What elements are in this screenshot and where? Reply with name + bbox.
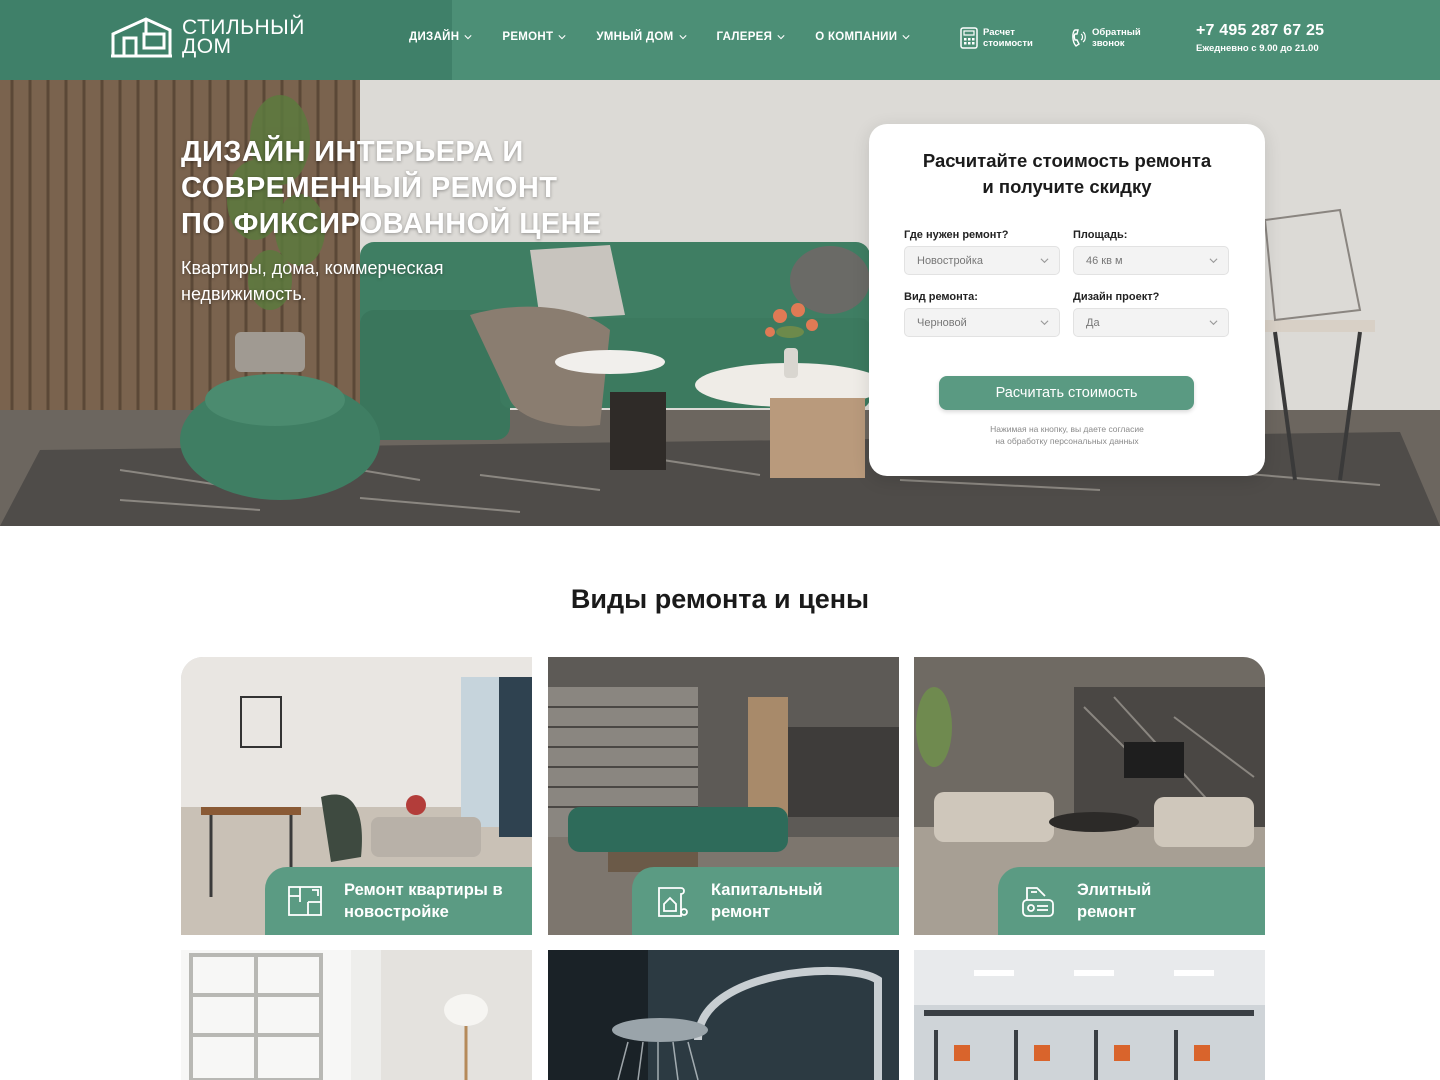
card-label: Капитальный ремонт — [632, 867, 899, 935]
premium-icon — [1022, 887, 1054, 917]
field-label: Дизайн проект? — [1073, 291, 1160, 303]
chevron-down-icon — [558, 35, 566, 40]
service-card-new-building[interactable]: Ремонт квартиры в новостройке — [181, 657, 532, 935]
blueprint-icon — [288, 886, 322, 916]
cost-calculator-form: Расчитайте стоимость ремонта и получите … — [869, 124, 1265, 476]
site-header: СТИЛЬНЫЙ ДОМ ДИЗАЙН РЕМОНТ УМНЫЙ ДОМ ГАЛ… — [0, 0, 1440, 80]
location-field: Где нужен ремонт? Новостройка — [904, 229, 1060, 275]
nav-item-label: ГАЛЕРЕЯ — [716, 31, 773, 43]
card-title-line-1: Ремонт квартиры в — [344, 881, 503, 899]
card-title-line-2: ремонт — [711, 903, 771, 921]
calculate-cost-button[interactable]: Расчитать стоимость — [939, 376, 1194, 410]
nav-item-about[interactable]: О КОМПАНИИ — [815, 31, 910, 43]
nav-item-label: УМНЫЙ ДОМ — [596, 31, 674, 43]
brand-line-2: ДОМ — [182, 35, 232, 58]
field-label: Вид ремонта: — [904, 291, 978, 303]
hero-section: ДИЗАЙН ИНТЕРЬЕРА И СОВРЕМЕННЫЙ РЕМОНТ ПО… — [0, 80, 1440, 526]
chevron-down-icon — [1040, 320, 1049, 326]
service-card-elite[interactable]: Элитный ремонт — [914, 657, 1265, 935]
service-card-row2-1[interactable] — [181, 950, 532, 1080]
design-project-field: Дизайн проект? Да — [1073, 291, 1229, 337]
card-photo — [181, 950, 532, 1080]
renovation-type-select[interactable]: Черновой — [904, 308, 1060, 337]
hero-subtitle: Квартиры, дома, коммерческая недвижимост… — [181, 258, 444, 304]
hero-title: ДИЗАЙН ИНТЕРЬЕРА И СОВРЕМЕННЫЙ РЕМОНТ ПО… — [181, 134, 651, 242]
select-value: 46 кв м — [1086, 254, 1123, 267]
select-value: Да — [1086, 316, 1100, 329]
service-card-row2-3[interactable] — [914, 950, 1265, 1080]
header-callback-link[interactable]: Обратный звонок — [1071, 27, 1141, 49]
design-project-select[interactable]: Да — [1073, 308, 1229, 337]
nav-item-label: ДИЗАЙН — [409, 31, 460, 43]
hero-title-line: ПО ФИКСИРОВАННОЙ ЦЕНЕ — [181, 208, 602, 240]
calc-link-line-2: стоимости — [983, 38, 1033, 49]
area-select[interactable]: 46 кв м — [1073, 246, 1229, 275]
service-card-capital[interactable]: Капитальный ремонт — [548, 657, 899, 935]
chevron-down-icon — [1209, 320, 1218, 326]
card-title-line-2: ремонт — [1077, 903, 1137, 921]
card-title-line-1: Элитный — [1077, 881, 1152, 899]
location-select[interactable]: Новостройка — [904, 246, 1060, 275]
card-photo — [914, 950, 1265, 1080]
area-field: Площадь: 46 кв м — [1073, 229, 1229, 275]
chevron-down-icon — [1209, 258, 1218, 264]
main-nav: ДИЗАЙН РЕМОНТ УМНЫЙ ДОМ ГАЛЕРЕЯ О КОМПАН… — [409, 31, 940, 43]
calculator-title-line-1: Расчитайте стоимость ремонта — [922, 150, 1212, 171]
phone-icon — [1072, 29, 1086, 47]
consent-note-line-2: на обработку персональных данных — [995, 436, 1139, 446]
header-calc-link[interactable]: Расчет стоимости — [960, 27, 1033, 49]
select-value: Новостройка — [917, 254, 983, 267]
calculator-icon — [960, 27, 978, 49]
nav-item-label: РЕМОНТ — [502, 31, 554, 43]
nav-item-design[interactable]: ДИЗАЙН — [409, 31, 472, 43]
section-title: Виды ремонта и цены — [570, 584, 870, 614]
callback-line-1: Обратный — [1092, 27, 1141, 38]
nav-item-renovation[interactable]: РЕМОНТ — [502, 31, 566, 43]
nav-item-smart-home[interactable]: УМНЫЙ ДОМ — [596, 31, 687, 43]
field-label: Где нужен ремонт? — [904, 229, 1009, 241]
card-label: Элитный ремонт — [998, 867, 1265, 935]
consent-note-line-1: Нажимая на кнопку, вы даете согласие — [990, 424, 1144, 434]
callback-line-2: звонок — [1092, 38, 1125, 49]
chevron-down-icon — [902, 35, 910, 40]
house-logo-icon — [111, 17, 172, 58]
nav-item-label: О КОМПАНИИ — [815, 31, 898, 43]
phone-number[interactable]: +7 495 287 67 25 — [1196, 22, 1324, 40]
working-hours: Ежедневно с 9.00 до 21.00 — [1196, 43, 1319, 54]
card-label: Ремонт квартиры в новостройке — [265, 867, 532, 935]
field-label: Площадь: — [1073, 229, 1128, 241]
chevron-down-icon — [678, 35, 687, 40]
select-value: Черновой — [917, 316, 967, 329]
service-card-row2-2[interactable] — [548, 950, 899, 1080]
logo[interactable]: СТИЛЬНЫЙ ДОМ — [110, 16, 305, 58]
hero-title-line: СОВРЕМЕННЫЙ РЕМОНТ — [181, 172, 558, 204]
card-title-line-2: новостройке — [344, 903, 449, 921]
card-photo — [548, 950, 899, 1080]
chevron-down-icon — [464, 35, 472, 40]
house-plan-icon — [658, 887, 688, 917]
chevron-down-icon — [1040, 258, 1049, 264]
hero-title-line: ДИЗАЙН ИНТЕРЬЕРА И — [181, 136, 524, 168]
consent-note: Нажимая на кнопку, вы даете согласие на … — [929, 423, 1205, 447]
brand-name: СТИЛЬНЫЙ ДОМ — [182, 17, 305, 58]
calculator-title: Расчитайте стоимость ремонта и получите … — [869, 148, 1265, 200]
card-title-line-1: Капитальный — [711, 881, 823, 899]
nav-item-gallery[interactable]: ГАЛЕРЕЯ — [717, 31, 786, 43]
calculator-title-line-2: и получите скидку — [982, 176, 1152, 197]
contact-block: +7 495 287 67 25 Ежедневно с 9.00 до 21.… — [1196, 22, 1324, 54]
renovation-type-field: Вид ремонта: Черновой — [904, 291, 1060, 337]
calc-link-line-1: Расчет — [983, 27, 1015, 38]
chevron-down-icon — [777, 35, 785, 40]
